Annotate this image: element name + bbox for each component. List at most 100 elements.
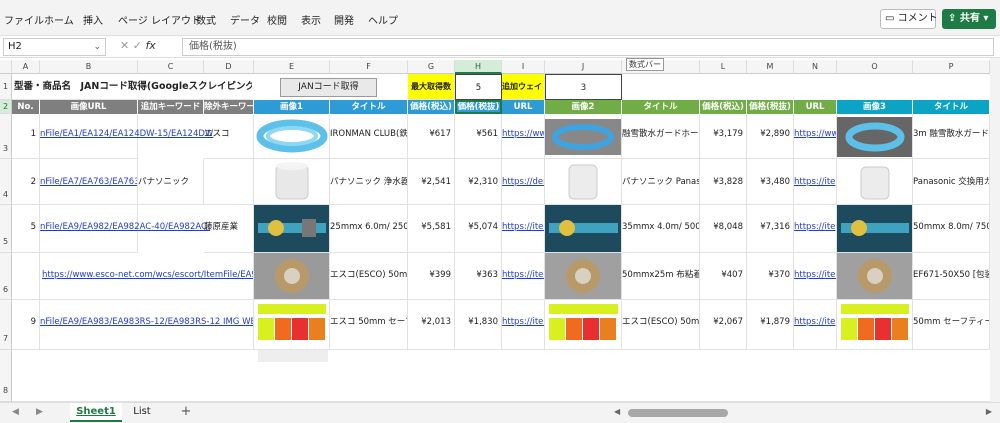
cell-price-incl2[interactable]: ¥407 [700, 253, 747, 300]
name-box[interactable]: H2 ⌄ [3, 38, 106, 56]
share-button[interactable]: ⇪ 共有 ▾ [942, 9, 996, 29]
cell-title2[interactable]: エスコ(ESCO) 50mr [622, 300, 700, 350]
cell-price-excl2[interactable]: ¥7,316 [747, 205, 794, 253]
header-image-url[interactable]: 画像URL [40, 100, 138, 114]
column-header[interactable]: J [545, 60, 622, 74]
cell-title1[interactable]: エスコ(ESCO) 50mm [330, 253, 408, 300]
menu-home[interactable]: ホーム [44, 12, 74, 27]
cell-title1[interactable]: 25mmx 6.0m/ 250Kg [330, 205, 408, 253]
cell-image3[interactable] [837, 159, 913, 205]
cell-image3[interactable] [837, 253, 913, 300]
cell-image1[interactable] [254, 159, 330, 205]
column-header[interactable]: F [330, 60, 408, 74]
cell-url1[interactable]: https://iten [502, 253, 545, 300]
row-header[interactable]: 8 [0, 350, 12, 402]
cell-exclude-keyword[interactable] [204, 159, 254, 205]
row-header[interactable]: 5 [0, 205, 12, 253]
header-image3[interactable]: 画像3 [837, 100, 913, 114]
menu-help[interactable]: ヘルプ [368, 12, 398, 27]
row-header[interactable]: 7 [0, 300, 12, 350]
menu-file[interactable]: ファイル [4, 12, 44, 27]
cell-price-excl2[interactable]: ¥1,879 [747, 300, 794, 350]
max-count-value[interactable]: 5 [455, 74, 502, 100]
cell-title2[interactable]: 融雪散水ガードホー [622, 114, 700, 159]
cell-no[interactable]: 5 [12, 205, 40, 253]
column-header[interactable]: N [794, 60, 837, 74]
fx-icon[interactable]: fx [145, 39, 155, 52]
cell-price-incl2[interactable]: ¥2,067 [700, 300, 747, 350]
cell-title3[interactable]: 50mmx 8.0m/ 750K [913, 205, 990, 253]
cell-image1[interactable] [254, 253, 330, 300]
column-header[interactable]: G [408, 60, 455, 74]
confirm-icon[interactable]: ✓ [133, 39, 142, 52]
scroll-right-icon[interactable]: ▶ [986, 407, 992, 416]
sheet-tab-list[interactable]: List [124, 403, 160, 422]
cell-image3[interactable] [837, 114, 913, 159]
cell-price-incl1[interactable]: ¥399 [408, 253, 455, 300]
row-header[interactable]: 3 [0, 114, 12, 159]
header-no[interactable]: No. [12, 100, 40, 114]
cell-image3[interactable] [837, 300, 913, 350]
comment-button[interactable]: ▭ コメント [880, 9, 938, 29]
column-header[interactable]: C [138, 60, 204, 74]
cell-price-incl1[interactable]: ¥5,581 [408, 205, 455, 253]
cell-price-incl1[interactable]: ¥2,013 [408, 300, 455, 350]
cell-url2[interactable]: https://www [794, 114, 837, 159]
cell-title3[interactable]: Panasonic 交換用カ [913, 159, 990, 205]
row-header-selected[interactable]: 2 [0, 100, 12, 114]
cell-title2[interactable]: 50mmx25m 布粘着テ [622, 253, 700, 300]
cell-price-incl2[interactable]: ¥3,828 [700, 159, 747, 205]
header-title2[interactable]: タイトル [622, 100, 700, 114]
row-header[interactable]: 6 [0, 253, 12, 300]
cell-title3[interactable]: EF671-50X50 [包装 [913, 253, 990, 300]
cell-no[interactable]: 9 [12, 300, 40, 350]
cell-image-url[interactable]: nFile/EA7/EA763/EA763 [40, 159, 138, 205]
cell-price-incl1[interactable]: ¥617 [408, 114, 455, 159]
add-sheet-button[interactable]: + [176, 403, 196, 422]
header-price-excl1[interactable]: 価格(税抜) [455, 100, 502, 114]
cell-no[interactable] [12, 253, 40, 300]
column-header[interactable]: B [40, 60, 138, 74]
header-image2[interactable]: 画像2 [545, 100, 622, 114]
formula-input[interactable]: 価格(税抜) [182, 38, 994, 56]
cell-url1[interactable]: https://www [502, 114, 545, 159]
cell-price-excl2[interactable]: ¥370 [747, 253, 794, 300]
scroll-left-icon[interactable]: ◀ [614, 407, 620, 416]
extra-wait-value[interactable]: 3 [545, 74, 622, 100]
header-title3[interactable]: タイトル [913, 100, 990, 114]
cell-price-excl1[interactable]: ¥561 [455, 114, 502, 159]
cell-price-excl1[interactable]: ¥363 [455, 253, 502, 300]
header-url2[interactable]: URL [794, 100, 837, 114]
cell-title2[interactable]: パナソニック Panaso [622, 159, 700, 205]
cell-price-excl1[interactable]: ¥5,074 [455, 205, 502, 253]
column-header[interactable]: P [913, 60, 990, 74]
cell-url1[interactable]: https://iten [502, 205, 545, 253]
cell-price-excl1[interactable]: ¥2,310 [455, 159, 502, 205]
cell-price-incl2[interactable]: ¥8,048 [700, 205, 747, 253]
cell-image2[interactable] [545, 253, 622, 300]
column-header[interactable]: M [747, 60, 794, 74]
sheet-tab-sheet1[interactable]: Sheet1 [70, 403, 122, 422]
cell-title2[interactable]: 35mmx 4.0m/ 500Kg [622, 205, 700, 253]
cell-price-excl2[interactable]: ¥3,480 [747, 159, 794, 205]
header-price-incl2[interactable]: 価格(税込) [700, 100, 747, 114]
cancel-icon[interactable]: ✕ [120, 39, 129, 52]
menu-view[interactable]: 表示 [301, 12, 321, 27]
menu-insert[interactable]: 挿入 [83, 12, 103, 27]
header-exclude-keyword[interactable]: 除外キーワード [204, 100, 254, 114]
cell-url2[interactable]: https://iter [794, 253, 837, 300]
header-image1[interactable]: 画像1 [254, 100, 330, 114]
select-all-corner[interactable] [0, 60, 12, 74]
column-header-selected[interactable]: H [455, 60, 502, 74]
cell-image-url[interactable]: nFile/EA9/EA983/EA983RS-12/EA983RS-12 IM… [40, 300, 254, 350]
cell-add-keyword[interactable]: パナソニック [138, 159, 204, 205]
header-price-excl2[interactable]: 価格(税抜) [747, 100, 794, 114]
cell-price-excl1[interactable]: ¥1,830 [455, 300, 502, 350]
cell-title1[interactable]: IRONMAN CLUB(鉄 [330, 114, 408, 159]
cell-price-incl1[interactable]: ¥2,541 [408, 159, 455, 205]
horizontal-scrollbar[interactable]: ◀ ▶ [614, 407, 992, 417]
next-sheet-icon[interactable]: ▶ [36, 407, 43, 417]
cell-title3[interactable]: 50mm セーフティー [913, 300, 990, 350]
jan-fetch-button[interactable]: JANコード取得 [280, 78, 377, 97]
cell-no[interactable]: 1 [12, 114, 40, 159]
